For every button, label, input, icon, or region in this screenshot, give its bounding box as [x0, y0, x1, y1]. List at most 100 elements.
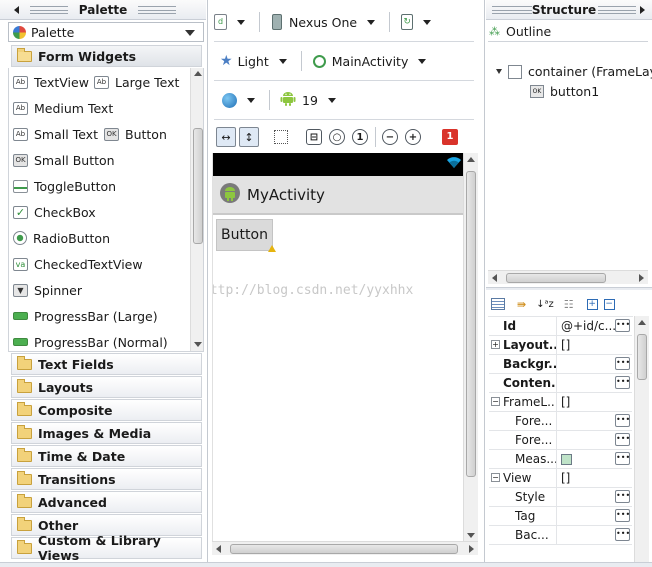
- widget-item-medium-text[interactable]: Ab Medium Text: [13, 95, 113, 121]
- canvas-hscrollbar[interactable]: [212, 541, 478, 555]
- scroll-right-icon[interactable]: [639, 274, 644, 282]
- tree-item-button1[interactable]: OK button1: [530, 84, 599, 99]
- properties-vscrollbar[interactable]: [634, 316, 649, 562]
- property-value[interactable]: •••: [557, 355, 632, 373]
- property-value[interactable]: •••: [557, 507, 632, 525]
- property-row-view[interactable]: − View []: [489, 469, 632, 488]
- widget-list-scrollbar[interactable]: [190, 68, 203, 351]
- property-value[interactable]: @+id/c... •••: [557, 317, 632, 335]
- chevron-down-icon[interactable]: [367, 19, 376, 25]
- property-value[interactable]: •••: [557, 488, 632, 506]
- categories-icon[interactable]: [491, 298, 505, 310]
- chevron-down-icon[interactable]: [278, 58, 287, 64]
- category-form-widgets[interactable]: Form Widgets: [11, 45, 202, 67]
- scroll-left-icon[interactable]: [492, 274, 497, 282]
- checkbox-icon[interactable]: [561, 453, 572, 465]
- expand-icon[interactable]: +: [491, 340, 500, 349]
- palette-selector[interactable]: Palette: [8, 22, 204, 42]
- more-icon[interactable]: •••: [615, 376, 630, 389]
- category-transitions[interactable]: Transitions: [11, 468, 202, 490]
- rotate-orientation-icon[interactable]: ↻: [401, 14, 414, 30]
- property-value[interactable]: []: [557, 393, 632, 411]
- scroll-right-icon[interactable]: [469, 545, 474, 553]
- property-value[interactable]: •••: [557, 526, 632, 544]
- preview-button[interactable]: Button: [216, 219, 273, 251]
- category-custom-library-views[interactable]: Custom & Library Views: [11, 533, 202, 563]
- properties-divider[interactable]: [486, 287, 652, 290]
- widget-item-spinner[interactable]: ▼ Spinner: [13, 277, 82, 303]
- collapse-icon[interactable]: −: [491, 397, 500, 406]
- scroll-down-icon[interactable]: [467, 533, 475, 538]
- sort-alpha-icon[interactable]: ↓ᵃz: [536, 299, 554, 310]
- chevron-down-icon[interactable]: [423, 19, 432, 25]
- category-time-date[interactable]: Time & Date: [11, 445, 202, 467]
- property-row-background[interactable]: Backgr... •••: [489, 355, 632, 374]
- error-badge[interactable]: 1: [442, 129, 458, 145]
- widget-item-radiobutton[interactable]: RadioButton: [13, 225, 110, 251]
- more-icon[interactable]: •••: [615, 452, 630, 465]
- property-row-framelayout[interactable]: − FrameL... []: [489, 393, 632, 412]
- category-composite[interactable]: Composite: [11, 399, 202, 421]
- tree-item-container[interactable]: container (FrameLay: [496, 64, 652, 79]
- more-icon[interactable]: •••: [615, 357, 630, 370]
- widget-item-small-button[interactable]: OK Small Button: [13, 147, 115, 173]
- collapse-icon[interactable]: −: [491, 473, 500, 482]
- chevron-down-icon[interactable]: [327, 97, 336, 103]
- scroll-down-icon[interactable]: [194, 342, 202, 347]
- property-row-background-view[interactable]: Bac... •••: [489, 526, 632, 545]
- property-value[interactable]: []: [557, 336, 632, 354]
- property-row-content[interactable]: Conten... •••: [489, 374, 632, 393]
- property-value[interactable]: •••: [557, 431, 632, 449]
- category-text-fields[interactable]: Text Fields: [11, 353, 202, 375]
- zoom-out-icon[interactable]: −: [382, 129, 398, 145]
- property-value[interactable]: []: [557, 469, 632, 487]
- widget-item-checkedtextview[interactable]: va CheckedTextView: [13, 251, 143, 277]
- category-images-media[interactable]: Images & Media: [11, 422, 202, 444]
- widget-item-checkbox[interactable]: ✓ CheckBox: [13, 199, 96, 225]
- more-icon[interactable]: •••: [615, 490, 630, 503]
- more-icon[interactable]: •••: [615, 414, 630, 427]
- collapse-icon[interactable]: −: [603, 298, 615, 310]
- advanced-icon[interactable]: ⇛: [517, 298, 526, 311]
- widget-item-large-text[interactable]: Ab Large Text: [94, 69, 179, 95]
- widget-item-textview[interactable]: Ab TextView: [13, 69, 89, 95]
- property-row-foreground-gravity[interactable]: Fore... •••: [489, 431, 632, 450]
- property-value[interactable]: •••: [557, 412, 632, 430]
- zoom-100-icon[interactable]: 1: [352, 129, 368, 145]
- zoom-fit-icon[interactable]: ⊟: [306, 129, 322, 145]
- category-advanced[interactable]: Advanced: [11, 491, 202, 513]
- theme-selector[interactable]: Light: [238, 54, 269, 69]
- property-row-tag[interactable]: Tag •••: [489, 507, 632, 526]
- more-icon[interactable]: •••: [615, 528, 630, 541]
- expand-icon[interactable]: +: [586, 298, 598, 310]
- scroll-up-icon[interactable]: [638, 320, 646, 325]
- collapse-right-icon[interactable]: [640, 6, 645, 14]
- property-row-layout[interactable]: + Layout... []: [489, 336, 632, 355]
- property-row-style[interactable]: Style •••: [489, 488, 632, 507]
- properties-scroll-thumb[interactable]: [637, 334, 647, 380]
- property-row-id[interactable]: Id @+id/c... •••: [489, 317, 632, 336]
- chevron-down-icon[interactable]: [247, 97, 255, 103]
- expand-arrow-icon[interactable]: [496, 69, 502, 74]
- widget-item-button[interactable]: OK Button: [104, 121, 167, 147]
- structure-divider[interactable]: [484, 0, 485, 567]
- grid-icon[interactable]: [274, 130, 288, 144]
- zoom-actual-icon[interactable]: ○: [329, 129, 345, 145]
- scroll-left-icon[interactable]: [216, 545, 221, 553]
- device-config-icon[interactable]: d: [214, 14, 227, 30]
- outline-hscrollbar[interactable]: [488, 270, 648, 284]
- collapse-all-icon[interactable]: ☷: [564, 298, 574, 311]
- device-selector[interactable]: Nexus One: [289, 15, 357, 30]
- more-icon[interactable]: •••: [615, 433, 630, 446]
- property-row-measure[interactable]: Meas... •••: [489, 450, 632, 469]
- canvas-vscroll-thumb[interactable]: [466, 171, 476, 477]
- chevron-down-icon[interactable]: [418, 58, 427, 64]
- outline-tab[interactable]: ⁂ Outline: [488, 22, 648, 42]
- widget-item-togglebutton[interactable]: ToggleButton: [13, 173, 116, 199]
- property-value[interactable]: •••: [557, 374, 632, 392]
- api-level-selector[interactable]: 19: [302, 93, 318, 108]
- outline-hscroll-thumb[interactable]: [506, 273, 606, 283]
- widget-list-scroll-thumb[interactable]: [193, 128, 203, 244]
- more-icon[interactable]: •••: [615, 509, 630, 522]
- chevron-down-icon[interactable]: [237, 19, 245, 25]
